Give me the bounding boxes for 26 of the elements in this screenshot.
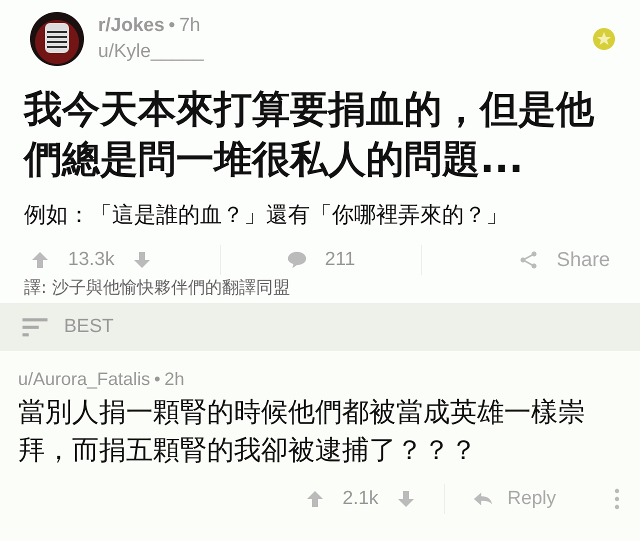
downvote-icon[interactable] [132, 250, 152, 270]
share-button[interactable]: Share [518, 248, 610, 272]
upvote-icon[interactable] [30, 250, 50, 270]
post-title: 我今天本來打算要捐血的，但是他們總是問一堆很私人的問題... [24, 86, 596, 183]
downvote-icon[interactable] [396, 489, 416, 509]
comment-count: 211 [324, 249, 356, 271]
sort-icon [22, 317, 48, 337]
more-icon[interactable] [614, 488, 620, 510]
subreddit-name[interactable]: r/Jokes [98, 15, 165, 36]
separator-dot: • [154, 369, 160, 389]
post-age: 7h [179, 15, 200, 36]
comment-author[interactable]: u/Aurora_Fatalis [18, 369, 150, 389]
post-body: 例如：「這是誰的血？」還有「你哪裡弄來的？」 [24, 202, 509, 230]
separator-dot: • [168, 15, 176, 36]
share-icon [518, 250, 539, 270]
comment-age: 2h [164, 369, 184, 389]
sort-button[interactable]: BEST [22, 316, 114, 338]
post-author[interactable]: u/Kyle_____ [98, 41, 592, 63]
vote-count: 2.1k [342, 488, 378, 510]
vote-count: 13.3k [68, 249, 114, 271]
upvote-icon[interactable] [304, 489, 324, 509]
avatar-icon[interactable] [30, 12, 84, 66]
reply-button[interactable]: Reply [473, 488, 556, 510]
comment-icon[interactable] [286, 250, 307, 270]
comment-text: 當別人捐一顆腎的時候他們都被當成英雄一樣崇拜，而捐五顆腎的我卻被逮捕了？？？ [18, 396, 586, 468]
translator-credit: 譯: 沙子與他愉快夥伴們的翻譯同盟 [24, 277, 292, 299]
